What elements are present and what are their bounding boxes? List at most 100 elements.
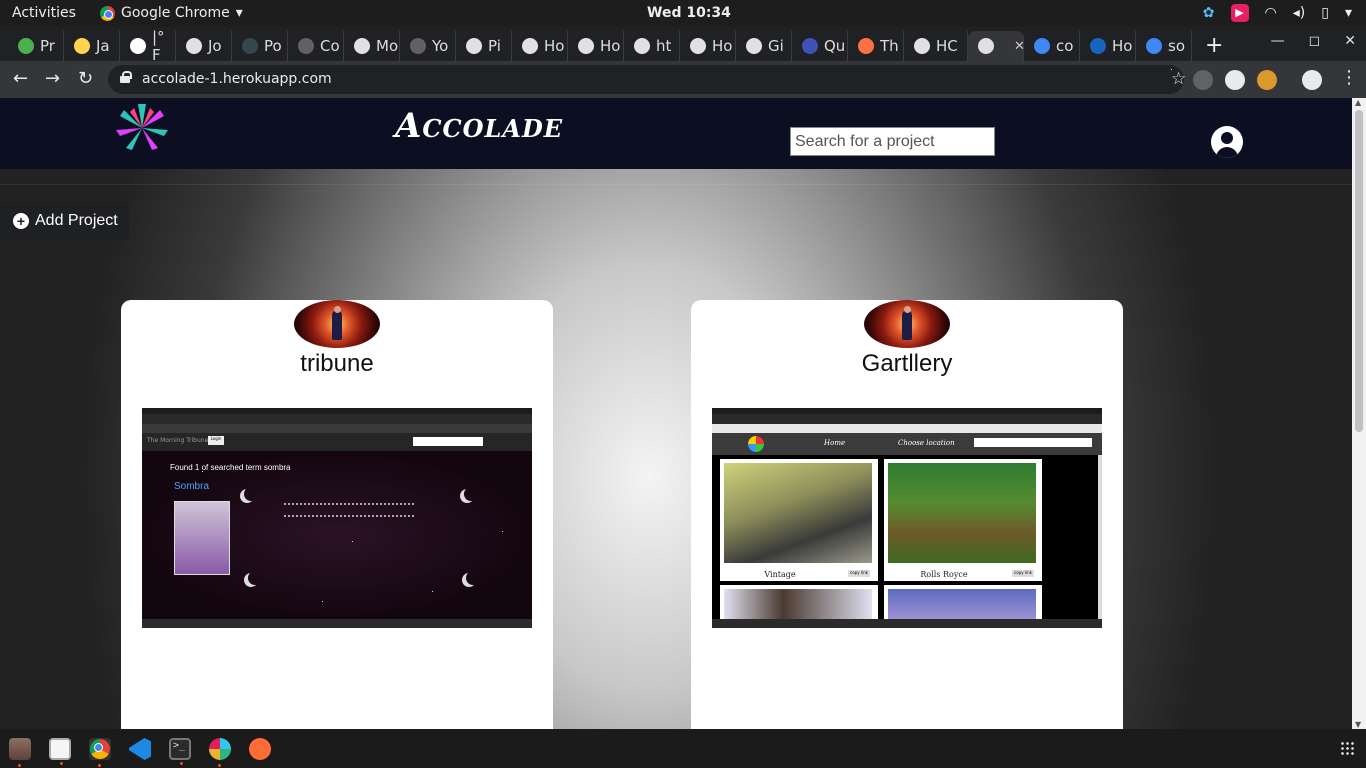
browser-menu-icon[interactable]: ⋮: [1340, 67, 1358, 88]
vscode-icon[interactable]: [129, 738, 151, 760]
browser-tab[interactable]: Po: [232, 31, 288, 61]
project-title[interactable]: tribune: [121, 350, 553, 378]
screenshot-result-link: Sombra: [174, 481, 210, 492]
postman-icon[interactable]: [249, 738, 271, 760]
slack-tray-icon[interactable]: ✿: [1203, 5, 1215, 21]
screenshot-navbar: The Morning Tribune Login: [142, 433, 532, 451]
browser-tab[interactable]: co: [1024, 31, 1080, 61]
files-icon[interactable]: [9, 738, 31, 767]
maximize-button[interactable]: ◻: [1309, 33, 1321, 49]
page-scrollbar[interactable]: ▲ ▼: [1352, 98, 1366, 729]
browser-tab[interactable]: Ho: [680, 31, 736, 61]
volume-icon[interactable]: ◂): [1293, 5, 1306, 21]
owner-avatar[interactable]: [864, 300, 950, 348]
new-tab-button[interactable]: +: [1205, 33, 1223, 58]
show-applications-icon[interactable]: [1340, 741, 1354, 755]
browser-tab[interactable]: Yo: [400, 31, 456, 61]
slack-icon[interactable]: [209, 738, 231, 767]
browser-tab[interactable]: Pi: [456, 31, 512, 61]
app-menu[interactable]: Google Chrome ▾: [100, 5, 243, 21]
back-button[interactable]: ←: [13, 68, 28, 89]
browser-tab[interactable]: Gi: [736, 31, 792, 61]
tab-favicon-icon: [858, 38, 874, 54]
accolade-logo[interactable]: [113, 101, 171, 153]
browser-tab[interactable]: Co: [288, 31, 344, 61]
reload-button[interactable]: ↻: [78, 68, 93, 89]
screenshot-photo-caption: Vintage: [764, 570, 796, 579]
media-tray-icon[interactable]: ▶: [1230, 4, 1249, 22]
screenshot-copy-link: copy link: [848, 570, 870, 577]
browser-tab[interactable]: Pr: [8, 31, 64, 61]
extension-icon[interactable]: [1257, 70, 1277, 90]
profile-avatar[interactable]: [1302, 70, 1322, 90]
tab-label: Gi: [768, 37, 784, 55]
project-title[interactable]: Gartllery: [691, 350, 1123, 378]
scroll-down-arrow[interactable]: ▼: [1355, 720, 1361, 729]
browser-tab[interactable]: |° F: [120, 28, 176, 64]
tab-label: Po: [264, 37, 282, 55]
close-tab-icon[interactable]: ✕: [1014, 39, 1025, 54]
wifi-icon[interactable]: ◠: [1265, 5, 1277, 21]
browser-tab[interactable]: HC: [904, 31, 968, 61]
owner-avatar[interactable]: [294, 300, 380, 348]
plus-circle-icon: +: [13, 213, 29, 229]
running-indicator: [98, 764, 101, 767]
scrollbar-thumb[interactable]: [1355, 110, 1363, 432]
site-brand-title[interactable]: Accolade: [395, 106, 563, 146]
browser-tab[interactable]: so: [1136, 31, 1192, 61]
chrome-dock-icon[interactable]: [89, 738, 111, 767]
project-screenshot[interactable]: The Morning Tribune Login Found 1 of sea…: [142, 408, 532, 628]
browser-tab[interactable]: Jo: [176, 31, 232, 61]
site-header: Accolade: [0, 98, 1352, 169]
tab-favicon-icon: [130, 38, 146, 54]
text-editor-icon[interactable]: [49, 738, 71, 765]
project-screenshot[interactable]: Home Choose location Vintage copy link R…: [712, 408, 1102, 628]
screenshot-tab-strip: [712, 414, 1102, 424]
chrome-icon: [90, 739, 110, 759]
star-decoration: [432, 591, 433, 592]
browser-tab[interactable]: Ja: [64, 31, 120, 61]
browser-tab[interactable]: Mo: [344, 31, 400, 61]
browser-tab[interactable]: Ho: [568, 31, 624, 61]
tab-label: |° F: [152, 28, 165, 64]
chevron-down-icon: ▾: [235, 5, 243, 21]
add-project-button[interactable]: + Add Project: [0, 202, 129, 240]
scroll-up-arrow[interactable]: ▲: [1355, 98, 1361, 107]
running-indicator: [138, 764, 141, 767]
clock[interactable]: Wed 10:34: [647, 5, 731, 21]
browser-tab[interactable]: ✕: [968, 31, 1025, 61]
tab-favicon-icon: [18, 38, 34, 54]
project-card[interactable]: tribune The Morning Tribune Login Found …: [121, 300, 553, 729]
screenshot-photo-caption: Rolls Royce: [920, 570, 968, 579]
extension-icon[interactable]: [1225, 70, 1245, 90]
browser-tab[interactable]: Th: [848, 31, 904, 61]
system-tray[interactable]: ✿ ▶ ◠ ◂) ▯ ▾: [1203, 4, 1352, 22]
screenshot-site-name: The Morning Tribune: [147, 437, 209, 444]
extension-icon[interactable]: [1193, 70, 1213, 90]
forward-button[interactable]: →: [45, 68, 60, 89]
address-bar[interactable]: accolade-1.herokuapp.com ☆: [108, 65, 1186, 94]
project-search-input[interactable]: [790, 127, 995, 156]
minimize-button[interactable]: —: [1271, 33, 1285, 49]
battery-icon[interactable]: ▯: [1321, 5, 1329, 21]
tab-favicon-icon: [74, 38, 90, 54]
terminal-icon[interactable]: >_: [169, 738, 191, 765]
browser-tab[interactable]: Ho: [512, 31, 568, 61]
browser-tab[interactable]: Ho: [1080, 31, 1136, 61]
bookmark-star-icon[interactable]: ☆: [1171, 69, 1186, 89]
screenshot-found-text: Found 1 of searched term sombra: [170, 463, 291, 472]
chevron-down-icon[interactable]: ▾: [1345, 5, 1352, 21]
tab-label: Yo: [432, 37, 449, 55]
browser-toolbar: ← → ↻ accolade-1.herokuapp.com ☆ ⋮: [0, 61, 1366, 98]
activities-button[interactable]: Activities: [12, 5, 76, 21]
screenshot-login-button: Login: [208, 436, 224, 445]
close-window-button[interactable]: ✕: [1344, 33, 1356, 49]
user-account-icon[interactable]: [1211, 126, 1243, 158]
browser-tab[interactable]: ht: [624, 31, 680, 61]
tab-favicon-icon: [1090, 38, 1106, 54]
tab-favicon-icon: [1034, 38, 1050, 54]
project-card[interactable]: Gartllery Home Choose location Vintage c…: [691, 300, 1123, 729]
window-controls: — ◻ ✕: [1271, 33, 1356, 49]
browser-tab[interactable]: Qu: [792, 31, 848, 61]
screenshot-scrollbar: [1098, 455, 1102, 619]
